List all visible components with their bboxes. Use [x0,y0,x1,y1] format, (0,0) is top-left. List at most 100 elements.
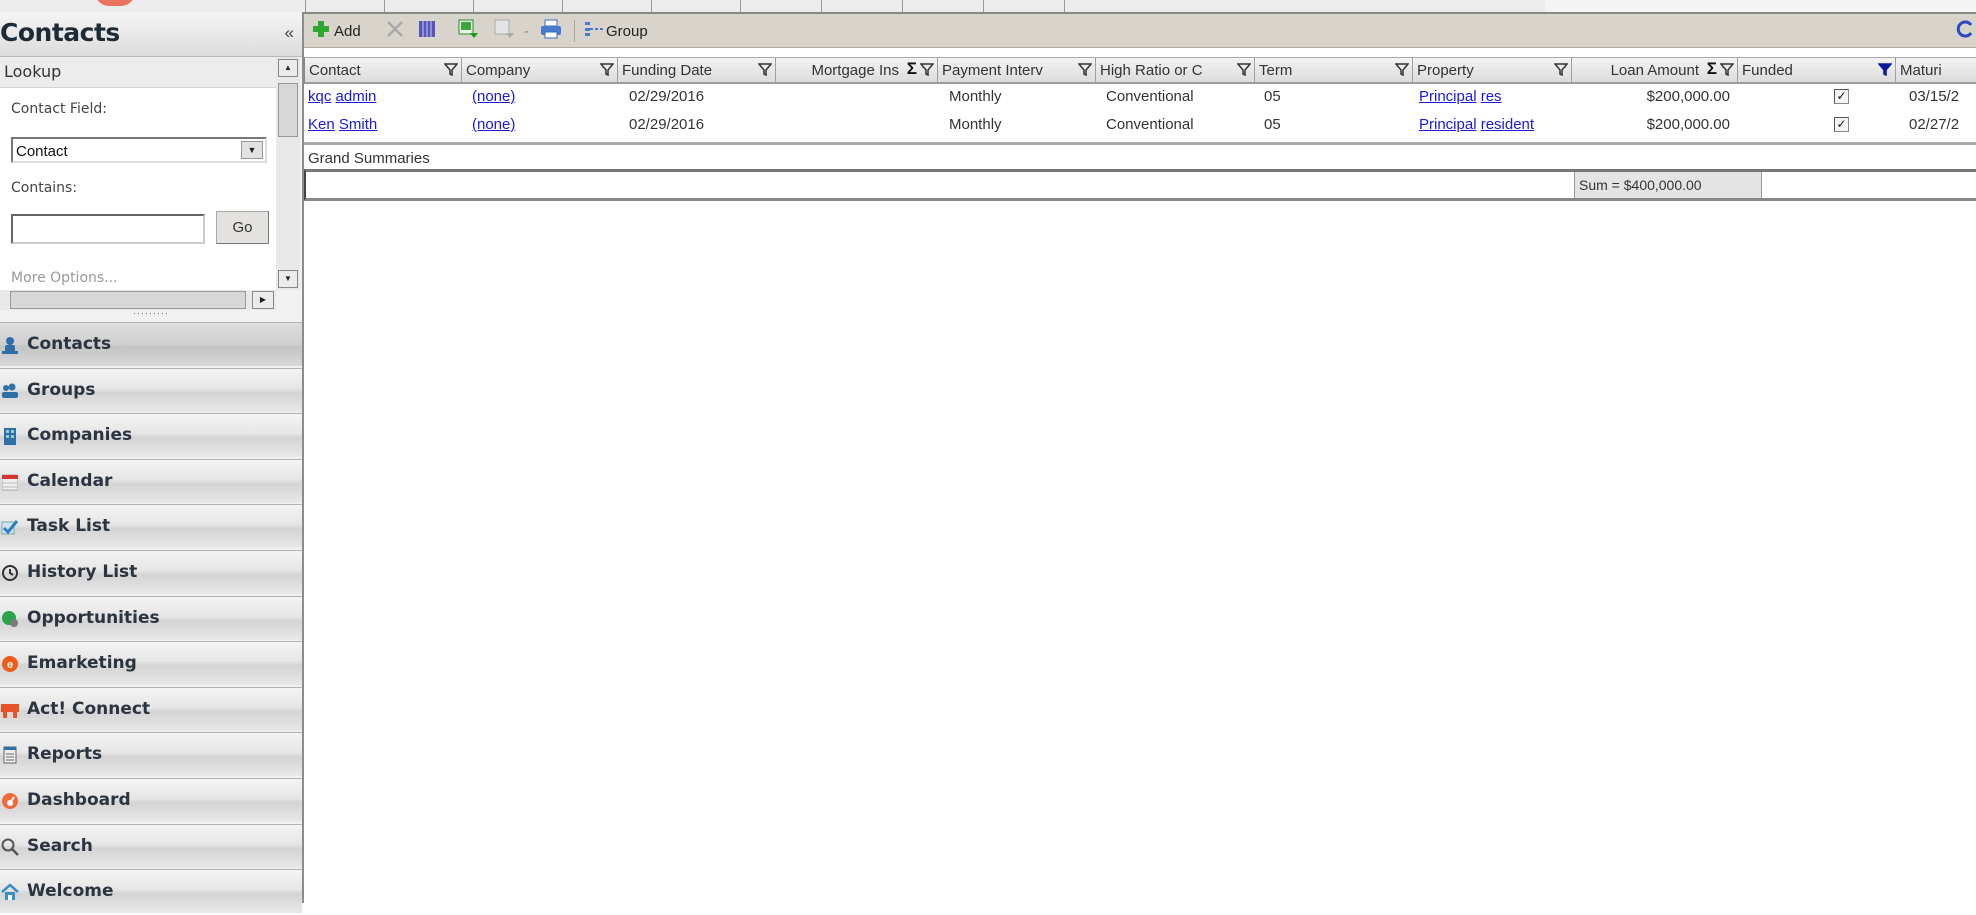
column-header-payment-interval[interactable]: Payment Interv [938,57,1096,84]
contact-first-link[interactable]: Ken [308,116,335,133]
scroll-down-icon[interactable]: ▼ [278,270,298,288]
column-header-term[interactable]: Term [1255,57,1413,84]
top-tab[interactable] [740,0,821,12]
column-header-label: Company [466,62,531,79]
export-excel-icon [458,19,480,43]
contact-field-select[interactable]: Contact ▼ [11,137,267,163]
company-link[interactable]: (none) [472,111,515,138]
toolbar: Add - Group [304,12,1976,48]
column-header-contact[interactable]: Contact [304,57,462,84]
filter-icon[interactable] [1553,63,1569,80]
high-ratio-cell: Conventional [1106,88,1194,105]
sidebar-item-contacts[interactable]: Contacts [0,322,302,366]
lookup-horizontal-scrollbar[interactable]: ▶ [0,290,276,310]
top-tab[interactable] [821,0,902,12]
contains-input[interactable] [11,214,205,244]
go-button[interactable]: Go [216,211,269,244]
lookup-vertical-scrollbar[interactable]: ▲ ▼ [276,57,300,290]
column-header-funded[interactable]: Funded [1738,57,1896,84]
column-header-label: Funding Date [622,62,713,79]
group-button[interactable]: Group [584,19,648,43]
filter-active-icon[interactable] [1877,63,1893,80]
top-strip-filler [1545,0,1976,12]
property-cell: Principal res [1419,83,1502,110]
contact-field-value: Contact [16,143,68,160]
sidebar-item-welcome[interactable]: Welcome [0,869,302,914]
refresh-icon [1956,19,1974,43]
sidebar-item-opportunities[interactable]: Opportunities [0,595,302,640]
contact-first-link[interactable]: kqc [308,88,331,105]
filter-icon[interactable] [757,63,773,80]
column-header-property[interactable]: Property [1413,57,1572,84]
filter-icon[interactable] [1719,63,1735,80]
sidebar-item-act-connect[interactable]: Act! Connect [0,686,302,731]
filter-icon[interactable] [919,63,935,80]
dropdown-icon[interactable]: - [524,19,529,43]
top-tab[interactable] [651,0,740,12]
top-tab[interactable] [305,0,384,12]
filter-icon[interactable] [599,63,615,80]
property-link[interactable]: Principal [1419,116,1477,133]
delete-button[interactable] [386,19,404,43]
sidebar-item-history-list[interactable]: History List [0,549,302,594]
report-document-icon [0,745,20,765]
home-icon [0,882,20,902]
sidebar-item-emarketing[interactable]: e Emarketing [0,641,302,686]
funded-checkbox[interactable]: ✓ [1834,89,1849,104]
sidebar-item-search[interactable]: Search [0,823,302,868]
collapse-sidebar-icon[interactable]: « [285,23,294,43]
top-tab[interactable] [902,0,983,12]
sidebar-item-reports[interactable]: Reports [0,732,302,777]
property-link[interactable]: res [1481,88,1502,105]
filter-icon[interactable] [443,63,459,80]
emarketing-e-icon: e [0,654,20,674]
sidebar-item-dashboard[interactable]: Dashboard [0,777,302,822]
scroll-up-icon[interactable]: ▲ [278,59,298,77]
term-cell: 05 [1264,88,1281,105]
top-tab[interactable] [983,0,1064,12]
scroll-thumb[interactable] [278,83,298,137]
column-header-high-ratio[interactable]: High Ratio or C [1096,57,1255,84]
refresh-button[interactable] [1956,19,1974,43]
checkmark-icon [0,517,20,537]
column-header-funding-date[interactable]: Funding Date [618,57,776,84]
top-tab[interactable] [384,0,473,12]
column-header-maturity[interactable]: Maturi [1896,57,1976,84]
sidebar-item-companies[interactable]: Companies [0,413,302,458]
column-header-loan-amount[interactable]: Loan Amount Σ [1572,57,1738,84]
top-tab[interactable] [562,0,651,12]
top-tab[interactable] [1064,0,1133,12]
scroll-thumb[interactable] [10,291,246,309]
filter-icon[interactable] [1077,63,1093,80]
contact-last-link[interactable]: Smith [339,116,377,133]
export-excel-button[interactable] [458,19,480,43]
print-button[interactable] [540,19,562,43]
property-link[interactable]: resident [1481,116,1534,133]
funded-checkbox[interactable]: ✓ [1834,117,1849,132]
contact-last-link[interactable]: admin [336,88,377,105]
company-link[interactable]: (none) [472,83,515,110]
splitter-grip[interactable]: ········· [0,309,302,322]
sidebar-item-groups[interactable]: Groups [0,367,302,412]
column-header-label: Maturi [1900,62,1942,79]
more-options-link[interactable]: More Options... [11,270,118,286]
add-button[interactable]: Add [312,19,361,43]
top-tab[interactable] [473,0,562,12]
top-tabs [305,0,1133,12]
sidebar-item-label: Groups [27,379,96,400]
columns-button[interactable] [418,19,436,43]
filter-icon[interactable] [1394,63,1410,80]
chevron-down-icon[interactable]: ▼ [241,141,263,159]
sidebar-item-task-list[interactable]: Task List [0,504,302,549]
maturity-cell: 03/15/2 [1909,88,1960,105]
column-header-company[interactable]: Company [462,57,618,84]
calendar-icon [0,472,20,492]
edit-button[interactable] [494,19,516,43]
scroll-right-icon[interactable]: ▶ [252,291,274,309]
sidebar-item-calendar[interactable]: Calendar [0,458,302,503]
contact-cell: Ken Smith [308,111,377,138]
columns-icon [418,20,436,42]
property-link[interactable]: Principal [1419,88,1477,105]
filter-icon[interactable] [1236,63,1252,80]
column-header-mortgage-ins[interactable]: Mortgage Ins Σ [776,57,938,84]
